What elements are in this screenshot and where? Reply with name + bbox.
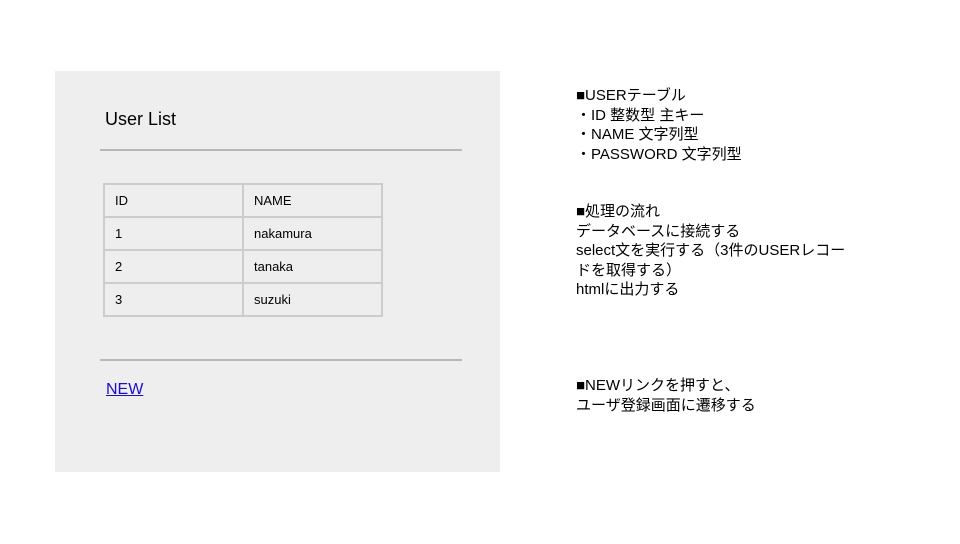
table-header-row: ID NAME: [103, 183, 383, 218]
note-line: select文を実行する（3件のUSERレコー: [576, 242, 846, 259]
note-line: ■USERテーブル: [576, 87, 686, 104]
cell-id: 3: [103, 282, 244, 317]
note-line: ・NAME 文字列型: [576, 126, 699, 143]
note-line: ・ID 整数型 主キー: [576, 106, 705, 124]
note-line: ドを取得する）: [576, 261, 682, 279]
note-process-flow: ■処理の流れ データベースに接続する select文を実行する（3件のUSERレ…: [576, 202, 845, 300]
note-line: htmlに出力する: [576, 281, 680, 298]
cell-name: nakamura: [242, 216, 383, 251]
note-line: ユーザ登録画面に遷移する: [576, 396, 756, 414]
note-user-table: ■USERテーブル ・ID 整数型 主キー ・NAME 文字列型 ・PASSWO…: [576, 86, 742, 164]
note-line: データベースに接続する: [576, 222, 741, 240]
table-row: 3 suzuki: [103, 282, 383, 317]
column-header-id: ID: [103, 183, 244, 218]
cell-name: tanaka: [242, 249, 383, 284]
note-line: ■処理の流れ: [576, 203, 661, 220]
cell-id: 2: [103, 249, 244, 284]
divider-top: [100, 149, 462, 151]
slide: User List ID NAME 1 nakamura 2 tanaka 3 …: [0, 0, 960, 544]
page-title: User List: [105, 109, 177, 129]
user-list-mockup-panel: User List ID NAME 1 nakamura 2 tanaka 3 …: [55, 71, 500, 472]
users-table: ID NAME 1 nakamura 2 tanaka 3 suzuki: [103, 183, 383, 317]
cell-id: 1: [103, 216, 244, 251]
new-user-link[interactable]: NEW: [106, 381, 143, 399]
column-header-name: NAME: [242, 183, 383, 218]
note-new-link: ■NEWリンクを押すと、 ユーザ登録画面に遷移する: [576, 376, 756, 415]
cell-name: suzuki: [242, 282, 383, 317]
divider-bottom: [100, 359, 462, 361]
table-row: 2 tanaka: [103, 249, 383, 284]
table-row: 1 nakamura: [103, 216, 383, 251]
note-line: ■NEWリンクを押すと、: [576, 377, 740, 394]
note-line: ・PASSWORD 文字列型: [576, 145, 742, 163]
